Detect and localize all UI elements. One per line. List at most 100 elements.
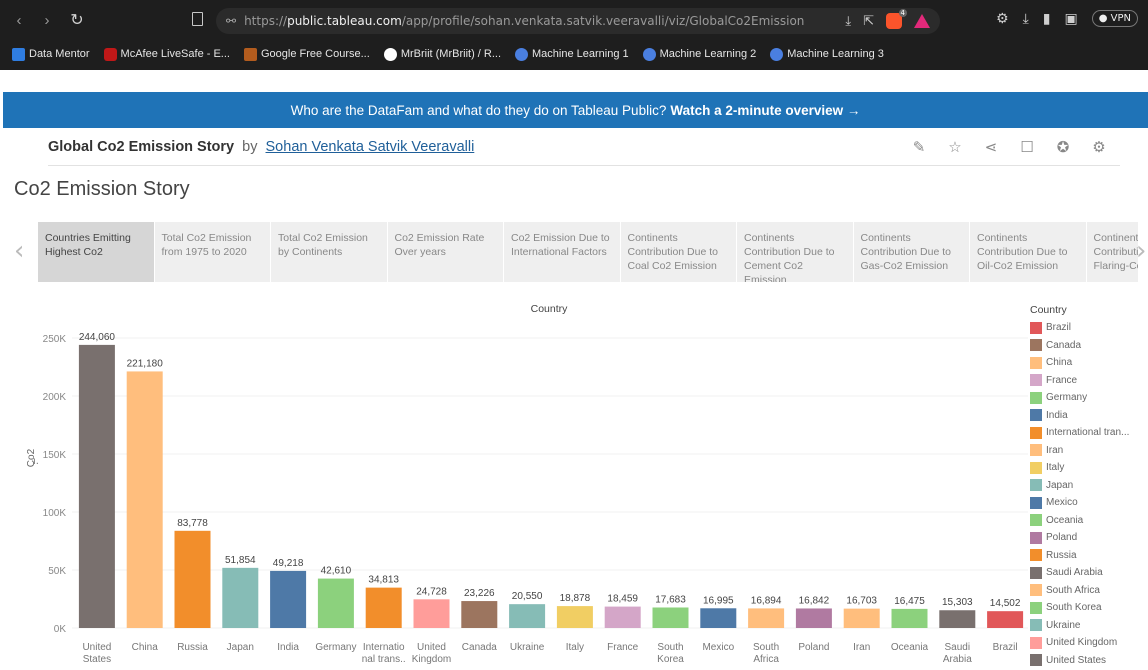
bar[interactable] [413, 599, 450, 628]
forward-icon[interactable]: › [36, 12, 58, 29]
story-point-7[interactable]: Continents Contribution Due to Cement Co… [737, 222, 854, 282]
bar[interactable] [604, 606, 641, 628]
legend-item[interactable]: Italy [1030, 459, 1148, 477]
legend-item[interactable]: Iran [1030, 442, 1148, 460]
download-icon[interactable]: ⤓ [845, 14, 851, 29]
bookmark-item[interactable]: Machine Learning 3 [770, 47, 884, 61]
story-next-icon[interactable]: › [1136, 236, 1146, 266]
story-point-3[interactable]: Total Co2 Emission by Continents [271, 222, 388, 282]
bar-value-label: 23,226 [464, 588, 495, 599]
edit-icon[interactable]: ✎ [910, 138, 928, 156]
legend-item[interactable]: Oceania [1030, 512, 1148, 530]
bar[interactable] [174, 530, 211, 628]
bookmark-item[interactable]: McAfee LiveSafe - E... [103, 47, 230, 61]
legend-item[interactable]: France [1030, 372, 1148, 390]
story-point-9[interactable]: Continents Contribution Due to Oil-Co2 E… [970, 222, 1087, 282]
bar[interactable] [509, 604, 546, 628]
bar[interactable] [78, 344, 115, 628]
legend-item[interactable]: Mexico [1030, 494, 1148, 512]
sidebar-icon[interactable]: ▮ [1043, 11, 1051, 27]
legend-item[interactable]: United States [1030, 652, 1148, 670]
x-tick-label: Poland [798, 642, 829, 653]
legend-swatch [1030, 426, 1042, 439]
story-point-5[interactable]: Co2 Emission Due to International Factor… [504, 222, 621, 282]
url-text[interactable]: https://public.tableau.com/app/profile/s… [244, 14, 804, 28]
bookmark-item[interactable]: Machine Learning 2 [642, 47, 756, 61]
legend-item[interactable]: India [1030, 407, 1148, 425]
datafam-banner[interactable]: Who are the DataFam and what do they do … [3, 92, 1148, 128]
badge-icon[interactable]: ✪ [1054, 138, 1072, 156]
reload-icon[interactable]: ↻ [66, 10, 88, 30]
address-bar[interactable]: ⚯ https://public.tableau.com/app/profile… [216, 8, 940, 34]
bookmark-item[interactable]: Google Free Course... [243, 47, 370, 61]
bar[interactable] [652, 607, 689, 628]
bar[interactable] [939, 610, 976, 628]
story-prev-icon[interactable]: ‹ [14, 236, 24, 266]
bar[interactable] [365, 587, 402, 628]
legend-item[interactable]: United Kingdom [1030, 634, 1148, 652]
wallet-icon[interactable]: ▣ [1065, 11, 1078, 27]
story-point-10[interactable]: Continents Contribution Due to Flaring-C… [1086, 222, 1138, 282]
x-tick-label: Internatio [363, 642, 405, 653]
favorite-icon[interactable]: ☆ [946, 138, 964, 156]
story-point-4[interactable]: Co2 Emission Rate Over years [387, 222, 504, 282]
bar[interactable] [317, 578, 354, 628]
story-point-1[interactable]: Countries Emitting Highest Co2 [38, 222, 155, 282]
x-tick-label: Canada [462, 642, 497, 653]
author-link[interactable]: Sohan Venkata Satvik Veeravalli [266, 139, 475, 155]
bar[interactable] [222, 567, 259, 628]
legend-item[interactable]: International tran... [1030, 424, 1148, 442]
legend-item[interactable]: Brazil [1030, 319, 1148, 337]
downloads-icon[interactable]: ⤓ [1023, 11, 1029, 27]
legend-label: United States [1046, 654, 1107, 666]
site-settings-icon[interactable]: ⚯ [226, 14, 236, 28]
story-point-6[interactable]: Continents Contribution Due to Coal Co2 … [620, 222, 737, 282]
legend-item[interactable]: Canada [1030, 337, 1148, 355]
bookmark-item[interactable]: Machine Learning 1 [515, 47, 629, 61]
legend-swatch [1030, 356, 1042, 369]
bar-value-label: 244,060 [79, 332, 116, 343]
bar-value-label: 42,610 [321, 566, 352, 577]
legend-item[interactable]: China [1030, 354, 1148, 372]
bookmark-item[interactable]: Data Mentor [12, 47, 90, 61]
legend-item[interactable]: Russia [1030, 547, 1148, 565]
back-icon[interactable]: ‹ [8, 12, 30, 29]
legend-item[interactable]: Ukraine [1030, 617, 1148, 635]
y-tick-label: 50K [48, 566, 66, 577]
legend-item[interactable]: Saudi Arabia [1030, 564, 1148, 582]
bookmark-item[interactable]: MrBriit (MrBriit) / R... [383, 47, 501, 61]
bookmark-favicon-icon [103, 47, 117, 61]
story-point-8[interactable]: Continents Contribution Due to Gas-Co2 E… [853, 222, 970, 282]
legend-item[interactable]: Poland [1030, 529, 1148, 547]
extensions-icon[interactable]: ⚙ [996, 11, 1009, 27]
share-icon[interactable]: ⇱ [863, 14, 874, 29]
page-scrolled-content: ▔▔▔▔ ▔▔▔▔ [0, 70, 1148, 94]
legend-item[interactable]: South Africa [1030, 582, 1148, 600]
bar[interactable] [461, 601, 498, 628]
bar[interactable] [700, 608, 737, 628]
bar[interactable] [891, 608, 928, 628]
comment-icon[interactable]: ☐ [1018, 138, 1036, 156]
bookmark-page-icon[interactable] [192, 12, 203, 26]
bar[interactable] [987, 611, 1024, 628]
vpn-button[interactable]: ● VPN [1091, 10, 1138, 27]
bar[interactable] [126, 371, 163, 628]
brave-shields-icon[interactable]: 4 [886, 9, 907, 29]
brave-rewards-icon[interactable] [914, 14, 930, 28]
legend-item[interactable]: Japan [1030, 477, 1148, 495]
bookmark-favicon-icon [515, 47, 529, 61]
bar[interactable] [556, 606, 593, 628]
bar[interactable] [843, 608, 880, 628]
settings-icon[interactable]: ⚙ [1090, 138, 1108, 156]
legend-item[interactable]: South Korea [1030, 599, 1148, 617]
bar[interactable] [748, 608, 785, 628]
x-tick-label: Saudi [945, 642, 971, 653]
bar[interactable] [270, 570, 307, 628]
legend-item[interactable]: Germany [1030, 389, 1148, 407]
bar[interactable] [795, 608, 832, 628]
share-icon[interactable]: ⋖ [982, 138, 1000, 156]
banner-link[interactable]: Watch a 2-minute overview → [670, 103, 860, 118]
bookmark-favicon-icon [383, 47, 397, 61]
story-point-2[interactable]: Total Co2 Emission from 1975 to 2020 [154, 222, 271, 282]
bookmark-label: McAfee LiveSafe - E... [120, 48, 230, 60]
